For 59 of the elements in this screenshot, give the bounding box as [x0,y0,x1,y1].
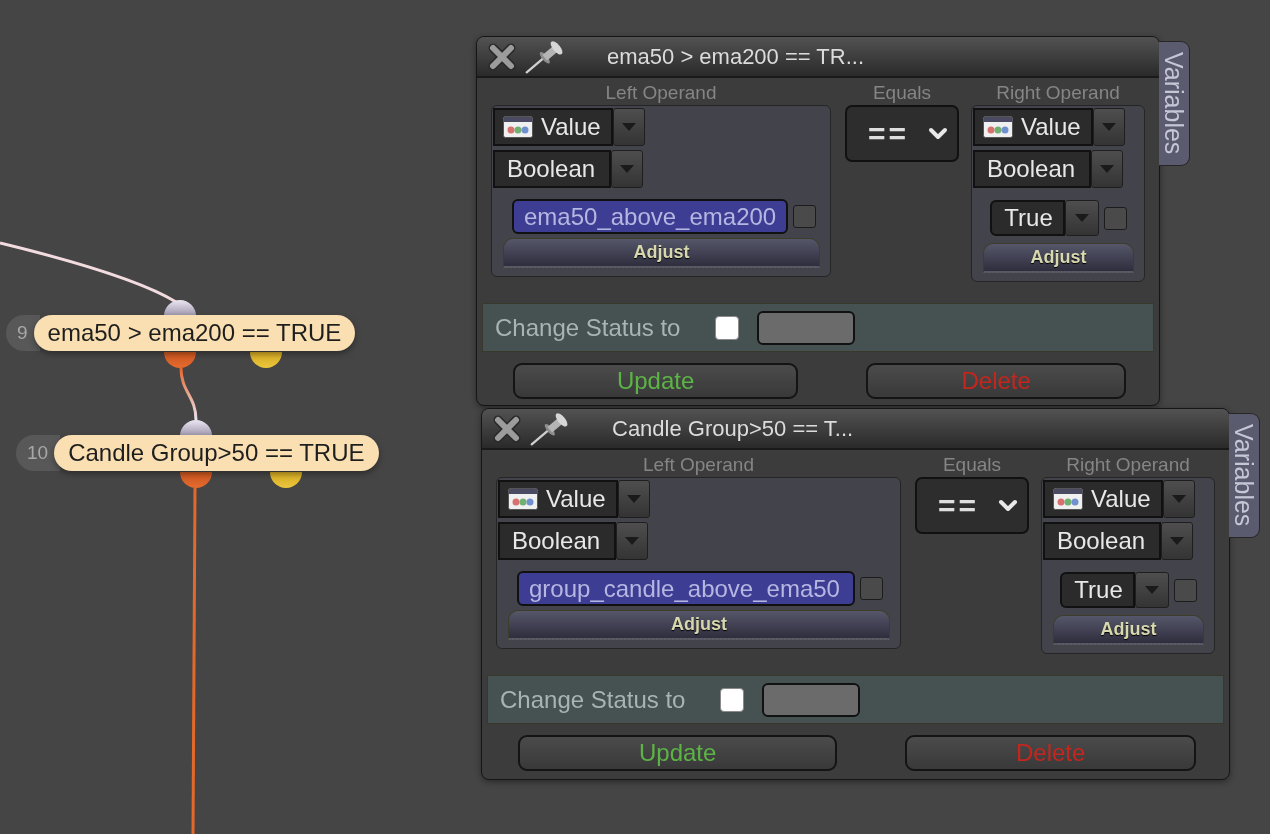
node-label[interactable]: Candle Group>50 == TRUE [54,435,379,471]
checkbox[interactable] [1173,578,1197,602]
operator-select[interactable]: == [845,105,959,162]
caret-icon [1074,214,1089,222]
caret-icon [625,537,639,545]
connector-line [179,367,198,421]
close-icon[interactable] [492,413,522,444]
window-dots-icon [508,488,538,510]
variable-field[interactable]: group_candle_above_ema50 [517,571,855,606]
checkbox[interactable] [720,687,745,712]
section-heading: Left Operand [642,455,755,475]
output-port-icon[interactable] [180,472,212,488]
caret-icon [1101,123,1116,131]
caret-icon [1100,165,1114,173]
adjust-button[interactable]: Adjust [503,238,820,268]
variable-field[interactable]: ema50_above_ema200 [512,199,789,234]
node-label[interactable]: ema50 > ema200 == TRUE [33,315,356,351]
output-port-icon[interactable] [270,472,302,488]
status-label: Change Status to [500,685,686,714]
window-dots-icon [503,116,533,138]
section-heading: Equals [871,83,933,103]
caret-icon [1144,586,1159,594]
chevron-icon [998,498,1018,513]
checkbox[interactable] [715,315,740,340]
chevron-icon [928,126,948,141]
input-port-icon[interactable] [180,420,212,436]
close-icon[interactable] [487,41,517,72]
caret-icon [1171,495,1186,503]
status-color-button[interactable] [757,310,856,345]
checkbox[interactable] [793,205,817,228]
window-title: Candle Group>50 == T... [612,415,854,442]
node-number: 9 [6,315,40,351]
section-heading: Right Operand [1065,455,1191,475]
window-dots-icon [1053,488,1083,510]
window-dots-icon [983,116,1013,138]
status-label: Change Status to [495,313,681,342]
side-tab[interactable]: Variables [1159,41,1190,166]
update-button[interactable]: Update [518,735,838,771]
adjust-button[interactable]: Adjust [1053,615,1204,645]
adjust-button[interactable]: Adjust [983,243,1134,273]
caret-icon [621,123,636,131]
section-heading: Equals [941,455,1003,475]
section-heading: Right Operand [995,83,1121,103]
output-port-icon[interactable] [250,352,282,368]
adjust-button[interactable]: Adjust [508,610,890,640]
caret-icon [1170,537,1184,545]
checkbox[interactable] [1103,206,1127,230]
operator-select[interactable]: == [915,477,1029,534]
section-heading: Left Operand [604,83,718,103]
input-port-icon[interactable] [164,300,196,316]
checkbox[interactable] [860,577,883,600]
status-color-button[interactable] [762,682,861,717]
window-title: ema50 > ema200 == TR... [607,43,865,70]
side-tab[interactable]: Variables [1229,413,1260,538]
output-port-icon[interactable] [164,352,196,368]
update-button[interactable]: Update [513,363,799,399]
caret-icon [620,165,634,173]
caret-icon [626,495,641,503]
node-number: 10 [16,435,61,471]
